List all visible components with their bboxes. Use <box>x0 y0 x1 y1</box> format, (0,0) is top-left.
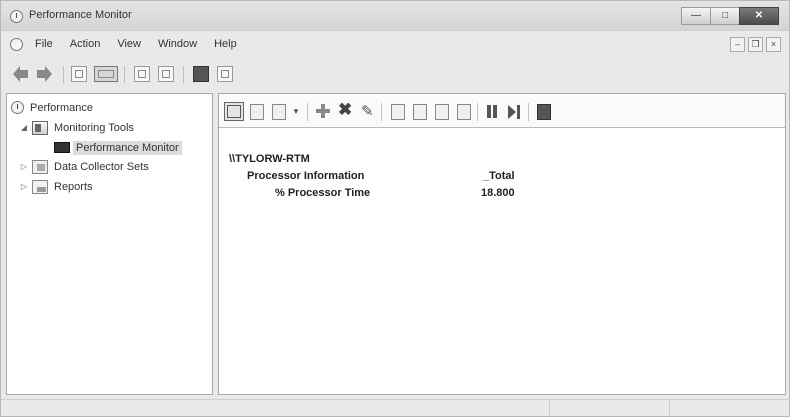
menu-bar: File Action View Window Help – ❐ × <box>1 34 789 56</box>
up-icon[interactable] <box>71 66 87 82</box>
report-machine-name: \\TYLORW-RTM <box>229 153 310 165</box>
copy-properties-icon[interactable] <box>391 104 405 120</box>
tree-item-performance-monitor[interactable]: Performance Monitor <box>54 139 182 156</box>
close-icon: ✕ <box>754 10 764 21</box>
collapsed-arrow-icon[interactable]: ▷ <box>19 182 29 191</box>
report-counter-value: 18.800 <box>481 187 515 199</box>
freeze-display-icon[interactable] <box>486 104 498 120</box>
monitoring-tools-icon <box>32 120 48 135</box>
tree-label-performance-monitor: Performance Monitor <box>73 140 182 155</box>
tree-label-reports: Reports <box>54 180 93 193</box>
toolbar-separator <box>307 103 308 121</box>
delete-counter-icon[interactable]: ✖ <box>338 101 352 118</box>
highlight-icon[interactable]: ✎ <box>361 104 374 120</box>
menu-window[interactable]: Window <box>158 38 197 50</box>
update-data-icon[interactable] <box>507 104 520 120</box>
report-view: \\TYLORW-RTM Processor Information _Tota… <box>219 129 785 394</box>
mdi-restore-button[interactable]: ❐ <box>748 37 763 52</box>
properties-icon[interactable] <box>435 104 449 120</box>
help-icon[interactable] <box>537 104 551 120</box>
menu-file[interactable]: File <box>35 38 53 50</box>
forward-icon[interactable] <box>37 66 52 82</box>
view-log-data-icon[interactable] <box>250 104 264 120</box>
help-icon[interactable] <box>193 66 209 82</box>
back-icon[interactable] <box>13 66 28 82</box>
toolbar-separator <box>183 66 184 83</box>
change-graph-type-icon[interactable] <box>272 104 286 120</box>
performance-monitor-window: Performance Monitor — □ ✕ File Action Vi… <box>0 0 790 417</box>
main-toolbar <box>1 62 789 88</box>
console-tree: Performance ◢ Monitoring Tools Performan… <box>6 93 213 395</box>
export-icon[interactable] <box>158 66 174 82</box>
system-menu-icon[interactable] <box>10 38 23 51</box>
expanded-arrow-icon[interactable]: ◢ <box>19 123 29 132</box>
graph-type-dropdown-icon[interactable]: ▼ <box>292 104 300 120</box>
tree-label-monitoring-tools: Monitoring Tools <box>54 121 134 134</box>
performance-monitor-toolbar: ▼ ✖ ✎ <box>219 94 785 128</box>
performance-monitor-icon <box>54 142 70 153</box>
window-title: Performance Monitor <box>29 9 132 21</box>
performance-icon <box>11 101 24 114</box>
minimize-button[interactable]: — <box>681 7 711 25</box>
action-pane-icon[interactable] <box>217 66 233 82</box>
close-button[interactable]: ✕ <box>739 7 779 25</box>
show-hide-console-tree-icon[interactable] <box>94 66 118 82</box>
caption-buttons: — □ ✕ <box>681 7 779 25</box>
tree-item-monitoring-tools[interactable]: ◢ Monitoring Tools <box>19 119 137 136</box>
status-bar <box>1 399 789 416</box>
toolbar-separator <box>528 103 529 121</box>
collapsed-arrow-icon[interactable]: ▷ <box>19 162 29 171</box>
tree-item-reports[interactable]: ▷ Reports <box>19 178 96 195</box>
add-counter-icon[interactable] <box>316 104 330 120</box>
toolbar-separator <box>477 103 478 121</box>
maximize-icon: □ <box>721 10 729 21</box>
menu-help[interactable]: Help <box>214 38 237 50</box>
view-current-activity-icon[interactable] <box>224 102 244 121</box>
paste-counter-list-icon[interactable] <box>413 104 427 120</box>
tree-label-data-collector-sets: Data Collector Sets <box>54 160 149 173</box>
performance-monitor-app-icon[interactable] <box>10 10 23 23</box>
toolbar-separator <box>381 103 382 121</box>
tree-item-data-collector-sets[interactable]: ▷ Data Collector Sets <box>19 158 152 175</box>
tree-label-performance: Performance <box>30 101 93 114</box>
performance-monitor-pane: ▼ ✖ ✎ \\TYLORW-RTM Processor Information… <box>218 93 786 395</box>
zoom-icon[interactable] <box>457 104 471 120</box>
report-counter-name: % Processor Time <box>275 187 371 199</box>
reports-icon <box>32 179 48 194</box>
mdi-child-buttons: – ❐ × <box>730 37 781 52</box>
menu-action[interactable]: Action <box>70 38 101 50</box>
status-bar-panel <box>549 401 669 415</box>
maximize-button[interactable]: □ <box>710 7 740 25</box>
status-bar-panel <box>669 401 787 415</box>
mdi-minimize-button[interactable]: – <box>730 37 745 52</box>
toolbar-separator <box>124 66 125 83</box>
minimize-icon: — <box>691 10 701 21</box>
tree-item-performance[interactable]: Performance <box>11 99 96 116</box>
menu-view[interactable]: View <box>117 38 141 50</box>
report-instance-header: _Total <box>483 170 515 182</box>
mdi-close-button[interactable]: × <box>766 37 781 52</box>
data-collector-sets-icon <box>32 159 48 174</box>
title-bar[interactable]: Performance Monitor — □ ✕ <box>1 1 789 31</box>
toolbar-separator <box>63 66 64 83</box>
report-object-name: Processor Information <box>247 170 365 182</box>
properties-icon[interactable] <box>134 66 150 82</box>
